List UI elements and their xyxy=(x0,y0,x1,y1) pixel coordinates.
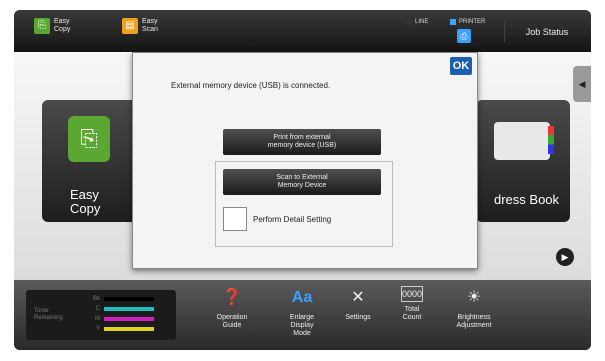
sun-icon: ☀ xyxy=(466,289,482,306)
printer-indicator: PRINTER xyxy=(450,19,485,25)
printer-status-icon[interactable]: ⎙ xyxy=(457,29,471,43)
copy-document-icon: ⎘ xyxy=(68,116,110,162)
scan-icon: ▤ xyxy=(122,18,138,34)
toner-channel-label: Y xyxy=(95,326,100,332)
address-book-tile-label: dress Book xyxy=(494,192,560,207)
toner-channel-label: C xyxy=(95,306,100,312)
printer-panel-screen: ⎘ Easy Copy ▤ Easy Scan LINE PRINTER ⎙ J… xyxy=(14,10,591,350)
operation-guide-label: Operation Guide xyxy=(216,314,248,329)
toner-level-bar xyxy=(104,327,154,331)
address-book-tile[interactable]: dress Book xyxy=(476,100,570,222)
toner-row: M xyxy=(88,316,154,322)
toner-channel-label: M xyxy=(95,316,100,322)
easy-copy-shortcut-label: Easy Copy xyxy=(54,18,71,33)
settings-label: Settings xyxy=(345,314,371,321)
print-from-usb-button[interactable]: Print from external memory device (USB) xyxy=(223,129,381,155)
total-count-label: Total Count xyxy=(402,306,422,321)
operation-guide-button[interactable]: ❓ Operation Guide xyxy=(206,286,258,330)
dialog-message: External memory device (USB) is connecte… xyxy=(171,81,331,90)
detail-setting-checkbox[interactable] xyxy=(223,207,247,231)
next-page-button[interactable]: ▶ xyxy=(556,248,574,266)
address-book-icon xyxy=(494,122,554,160)
scan-to-usb-button[interactable]: Scan to External Memory Device xyxy=(223,169,381,195)
job-status-button[interactable]: Job Status xyxy=(504,22,589,42)
toner-row: Bk xyxy=(88,296,154,302)
ok-button[interactable]: OK xyxy=(450,57,472,75)
settings-button[interactable]: ✕ Settings xyxy=(332,286,384,322)
line-indicator-label: LINE xyxy=(415,19,429,25)
easy-copy-shortcut[interactable]: ⎘ Easy Copy xyxy=(34,18,70,34)
toner-remaining-panel: Toner Remaining Bk C M Y xyxy=(26,290,176,340)
usb-connected-dialog: External memory device (USB) is connecte… xyxy=(132,52,478,269)
wrench-screwdriver-icon: ✕ xyxy=(351,289,365,306)
easy-scan-shortcut[interactable]: ▤ Easy Scan xyxy=(122,18,158,34)
toner-row: Y xyxy=(88,326,154,332)
brightness-button[interactable]: ☀ Brightness Adjustment xyxy=(448,286,500,330)
easy-copy-tile-label: Easy Copy xyxy=(70,187,101,216)
side-panel-tab[interactable]: ◀ xyxy=(573,66,591,102)
toner-level-bar xyxy=(104,317,154,321)
counter-icon: 0000 xyxy=(401,286,423,302)
brightness-label: Brightness Adjustment xyxy=(456,314,492,329)
bottom-bar: Toner Remaining Bk C M Y ❓ Operation Gui… xyxy=(14,280,591,350)
enlarge-display-label: Enlarge Display Mode xyxy=(289,314,315,337)
printer-indicator-label: PRINTER xyxy=(459,19,486,25)
toner-level-bar xyxy=(104,297,154,301)
total-count-button[interactable]: 0000 Total Count xyxy=(386,286,438,322)
book-question-icon: ❓ xyxy=(222,289,242,306)
toner-level-bar xyxy=(104,307,154,311)
toner-channel-label: Bk xyxy=(92,296,100,302)
toner-row: C xyxy=(88,306,154,312)
detail-setting-row[interactable]: Perform Detail Setting xyxy=(223,207,331,231)
enlarge-display-button[interactable]: Aa Enlarge Display Mode xyxy=(276,286,328,338)
detail-setting-label: Perform Detail Setting xyxy=(253,214,332,224)
easy-scan-shortcut-label: Easy Scan xyxy=(142,18,158,33)
line-led-icon xyxy=(406,19,412,25)
printer-led-icon xyxy=(450,19,456,25)
toner-title: Toner Remaining xyxy=(34,308,63,321)
copy-icon: ⎘ xyxy=(34,18,50,34)
line-indicator: LINE xyxy=(406,19,428,25)
home-content: ⎘ Easy Copy dress Book ◀ ▶ External memo… xyxy=(14,52,591,280)
top-bar: ⎘ Easy Copy ▤ Easy Scan LINE PRINTER ⎙ J… xyxy=(14,10,591,52)
enlarge-text-icon: Aa xyxy=(291,289,313,306)
easy-copy-tile[interactable]: ⎘ Easy Copy xyxy=(42,100,142,222)
